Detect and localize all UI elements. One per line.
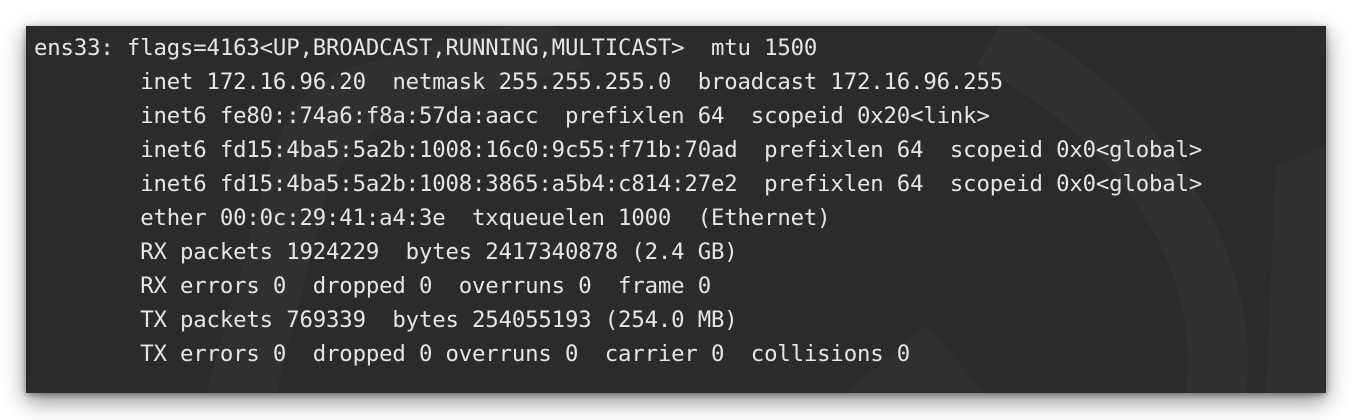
inet6-link-line: inet6 fe80::74a6:f8a:57da:aacc prefixlen… xyxy=(34,103,990,129)
inet6-global-line-1: inet6 fd15:4ba5:5a2b:1008:16c0:9c55:f71b… xyxy=(34,137,1203,163)
ether-line: ether 00:0c:29:41:a4:3e txqueuelen 1000 … xyxy=(34,205,831,231)
tx-packets-line: TX packets 769339 bytes 254055193 (254.0… xyxy=(34,307,738,333)
inet-line: inet 172.16.96.20 netmask 255.255.255.0 … xyxy=(34,69,1003,95)
inet6-global-line-2: inet6 fd15:4ba5:5a2b:1008:3865:a5b4:c814… xyxy=(34,171,1203,197)
terminal-window[interactable]: ens33: flags=4163<UP,BROADCAST,RUNNING,M… xyxy=(26,26,1326,393)
ifconfig-output[interactable]: ens33: flags=4163<UP,BROADCAST,RUNNING,M… xyxy=(34,31,1202,371)
tx-errors-line: TX errors 0 dropped 0 overruns 0 carrier… xyxy=(34,341,911,367)
rx-packets-line: RX packets 1924229 bytes 2417340878 (2.4… xyxy=(34,239,738,265)
rx-errors-line: RX errors 0 dropped 0 overruns 0 frame 0 xyxy=(34,273,711,299)
interface-flags-line: ens33: flags=4163<UP,BROADCAST,RUNNING,M… xyxy=(34,35,818,61)
